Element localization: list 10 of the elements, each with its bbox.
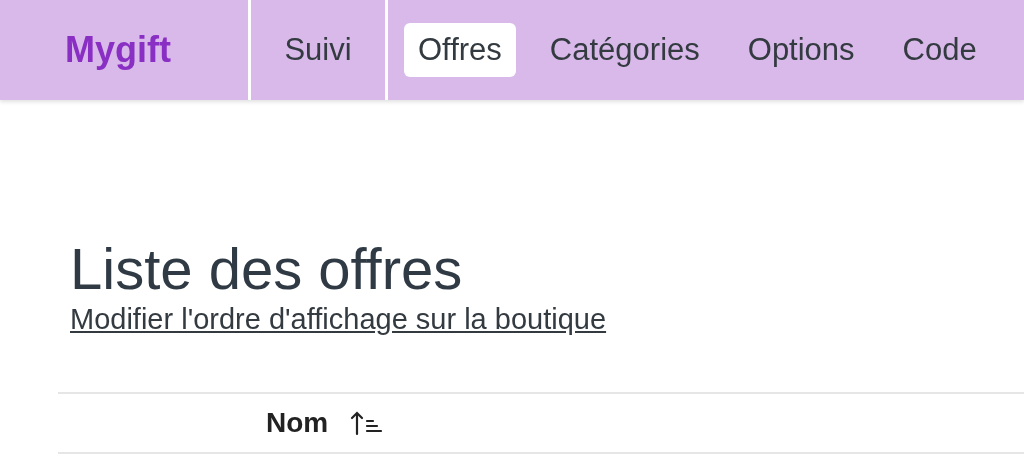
nav-tab[interactable]: Code [888, 22, 991, 78]
reorder-link[interactable]: Modifier l'ordre d'affichage sur la boutique [70, 302, 607, 336]
column-header[interactable]: Nom [266, 402, 329, 444]
page-title: Liste des offres [70, 236, 464, 302]
brand-logo[interactable]: Mygift [65, 23, 171, 77]
nav-tab[interactable]: Catégories [535, 22, 714, 78]
sort-icon[interactable] [350, 410, 385, 436]
nav-link[interactable]: Suivi [272, 22, 364, 78]
nav-tab[interactable]: Options [733, 22, 869, 78]
nav-tab[interactable]: Offres [404, 22, 516, 78]
